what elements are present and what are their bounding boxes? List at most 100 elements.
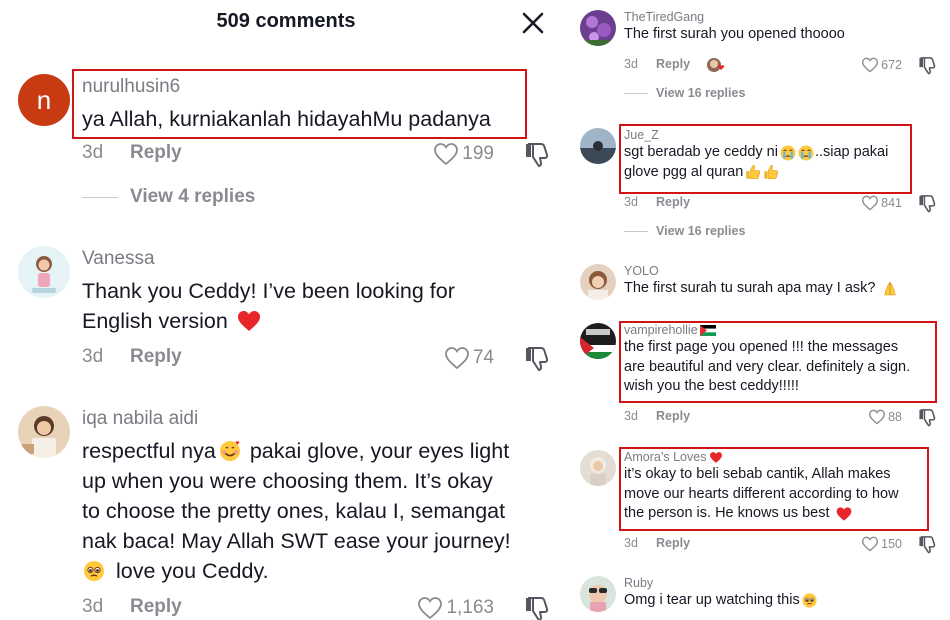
dislike-icon[interactable] — [524, 140, 552, 168]
avatar[interactable] — [580, 450, 616, 486]
comment-date: 3d — [624, 536, 638, 550]
comment-actions: 3d Reply 74 — [82, 344, 552, 372]
reply-button[interactable]: Reply — [656, 536, 690, 550]
replies-divider — [624, 230, 648, 232]
heart-outline-icon — [433, 142, 459, 166]
view-replies-button[interactable]: View 16 replies — [624, 86, 745, 100]
like-button[interactable]: 1,163 — [417, 594, 494, 620]
view-replies-label: View 4 replies — [130, 186, 256, 207]
reply-button[interactable]: Reply — [656, 409, 690, 423]
comment-date: 3d — [624, 57, 638, 71]
comment-text-line-with-emoji: Omg i tear up watching this — [624, 591, 818, 611]
smiling-face-with-hearts-icon — [218, 439, 242, 463]
dislike-icon[interactable] — [524, 344, 552, 372]
comment-text: Thank you Ceddy! I’ve been looking for E… — [82, 276, 455, 336]
avatar[interactable] — [580, 264, 616, 300]
comment-text: The first surah you opened thoooo — [624, 25, 845, 45]
comment-text-line: love you Ceddy. — [116, 559, 269, 583]
creator-liked-avatar-icon — [706, 56, 726, 74]
comment-actions: 3d Reply 199 — [82, 140, 552, 168]
pleading-face-icon — [82, 559, 106, 583]
reply-button[interactable]: Reply — [130, 142, 182, 164]
reply-button[interactable]: Reply — [130, 596, 182, 618]
avatar[interactable] — [580, 323, 616, 359]
heart-outline-icon — [861, 57, 879, 73]
heart-outline-icon — [444, 346, 470, 370]
comment-text-line: Thank you Ceddy! I’ve been looking for — [82, 279, 455, 303]
highlight-box — [72, 69, 527, 139]
comment-username[interactable]: Ruby — [624, 576, 653, 590]
folded-hands-icon — [881, 280, 899, 298]
dislike-icon[interactable] — [918, 407, 938, 427]
avatar[interactable]: n — [18, 74, 70, 126]
like-count: 150 — [881, 537, 902, 551]
comment-text-line: to choose the pretty ones, kalau I, sema… — [82, 499, 506, 523]
comment-actions: 3d Reply 88 — [624, 407, 938, 427]
comment-text: Omg i tear up watching this — [624, 591, 818, 611]
like-count: 74 — [472, 347, 494, 368]
red-heart-icon — [236, 309, 262, 333]
highlight-box — [619, 124, 912, 194]
dislike-icon[interactable] — [918, 193, 938, 213]
comment-date: 3d — [624, 195, 638, 209]
avatar[interactable] — [580, 128, 616, 164]
comment-date: 3d — [82, 346, 104, 367]
like-count: 841 — [881, 196, 902, 210]
dislike-icon[interactable] — [918, 534, 938, 554]
close-icon[interactable] — [518, 8, 548, 38]
heart-outline-icon — [417, 596, 443, 620]
like-button[interactable]: 150 — [861, 534, 902, 554]
comment-actions: 3d Reply 1,163 — [82, 594, 552, 620]
highlight-box — [619, 321, 937, 403]
comment-text: respectful nya pakai glove, your eyes li… — [82, 436, 511, 586]
replies-divider — [624, 92, 648, 94]
like-count: 88 — [888, 410, 902, 424]
reply-button[interactable]: Reply — [656, 57, 690, 71]
avatar[interactable] — [18, 406, 70, 458]
view-replies-label: View 16 replies — [656, 224, 746, 238]
comment-text: The first surah tu surah apa may I ask? — [624, 279, 899, 299]
comment-username[interactable]: Vanessa — [82, 248, 155, 270]
like-button[interactable]: 199 — [433, 140, 494, 168]
avatar[interactable] — [580, 10, 616, 46]
comment-text-line: English version — [82, 309, 228, 333]
dislike-icon[interactable] — [918, 55, 938, 75]
like-button[interactable]: 74 — [444, 344, 494, 372]
avatar[interactable] — [580, 576, 616, 612]
view-replies-button[interactable]: View 4 replies — [82, 186, 255, 208]
heart-outline-icon — [861, 536, 879, 552]
like-count: 199 — [462, 143, 494, 164]
view-replies-button[interactable]: View 16 replies — [624, 224, 745, 238]
comment-text-line: nak baca! May Allah SWT ease your journe… — [82, 529, 511, 553]
comment-text-line: respectful nya — [82, 439, 216, 463]
comment-text-line: Omg i tear up watching this — [624, 592, 800, 608]
comments-panel-left: 509 comments n nurulhusin6 ya Allah, kur… — [0, 0, 572, 620]
like-count: 1,163 — [446, 597, 494, 618]
comments-count-title: 509 comments — [216, 10, 356, 32]
comment-username[interactable]: TheTiredGang — [624, 10, 704, 24]
like-button[interactable]: 672 — [861, 55, 902, 75]
comment-text-line-with-emoji: The first surah tu surah apa may I ask? — [624, 279, 899, 299]
pleading-face-icon — [801, 592, 818, 609]
comment-actions: 3d Reply 841 — [624, 193, 938, 213]
comment-username[interactable]: YOLO — [624, 264, 659, 278]
comment-date: 3d — [624, 409, 638, 423]
reply-button[interactable]: Reply — [130, 346, 182, 368]
avatar[interactable] — [18, 246, 70, 298]
comments-panel-right: TheTiredGang The first surah you opened … — [572, 0, 950, 620]
dislike-icon[interactable] — [524, 594, 552, 620]
heart-outline-icon — [861, 195, 879, 211]
replies-divider — [82, 196, 118, 198]
comment-text-line: up when you were choosing them. It’s oka… — [82, 469, 493, 493]
comment-text-line: The first surah you opened thoooo — [624, 26, 845, 42]
comment-date: 3d — [82, 142, 104, 163]
comment-username[interactable]: iqa nabila aidi — [82, 408, 198, 430]
like-count: 672 — [881, 58, 902, 72]
comment-text-line: The first surah tu surah apa may I ask? — [624, 280, 876, 296]
comment-text-line: pakai glove, your eyes light — [243, 439, 510, 463]
like-button[interactable]: 841 — [861, 193, 902, 213]
highlight-box — [619, 447, 929, 531]
like-button[interactable]: 88 — [868, 407, 902, 427]
comment-actions: 3d Reply 150 — [624, 534, 938, 554]
reply-button[interactable]: Reply — [656, 195, 690, 209]
